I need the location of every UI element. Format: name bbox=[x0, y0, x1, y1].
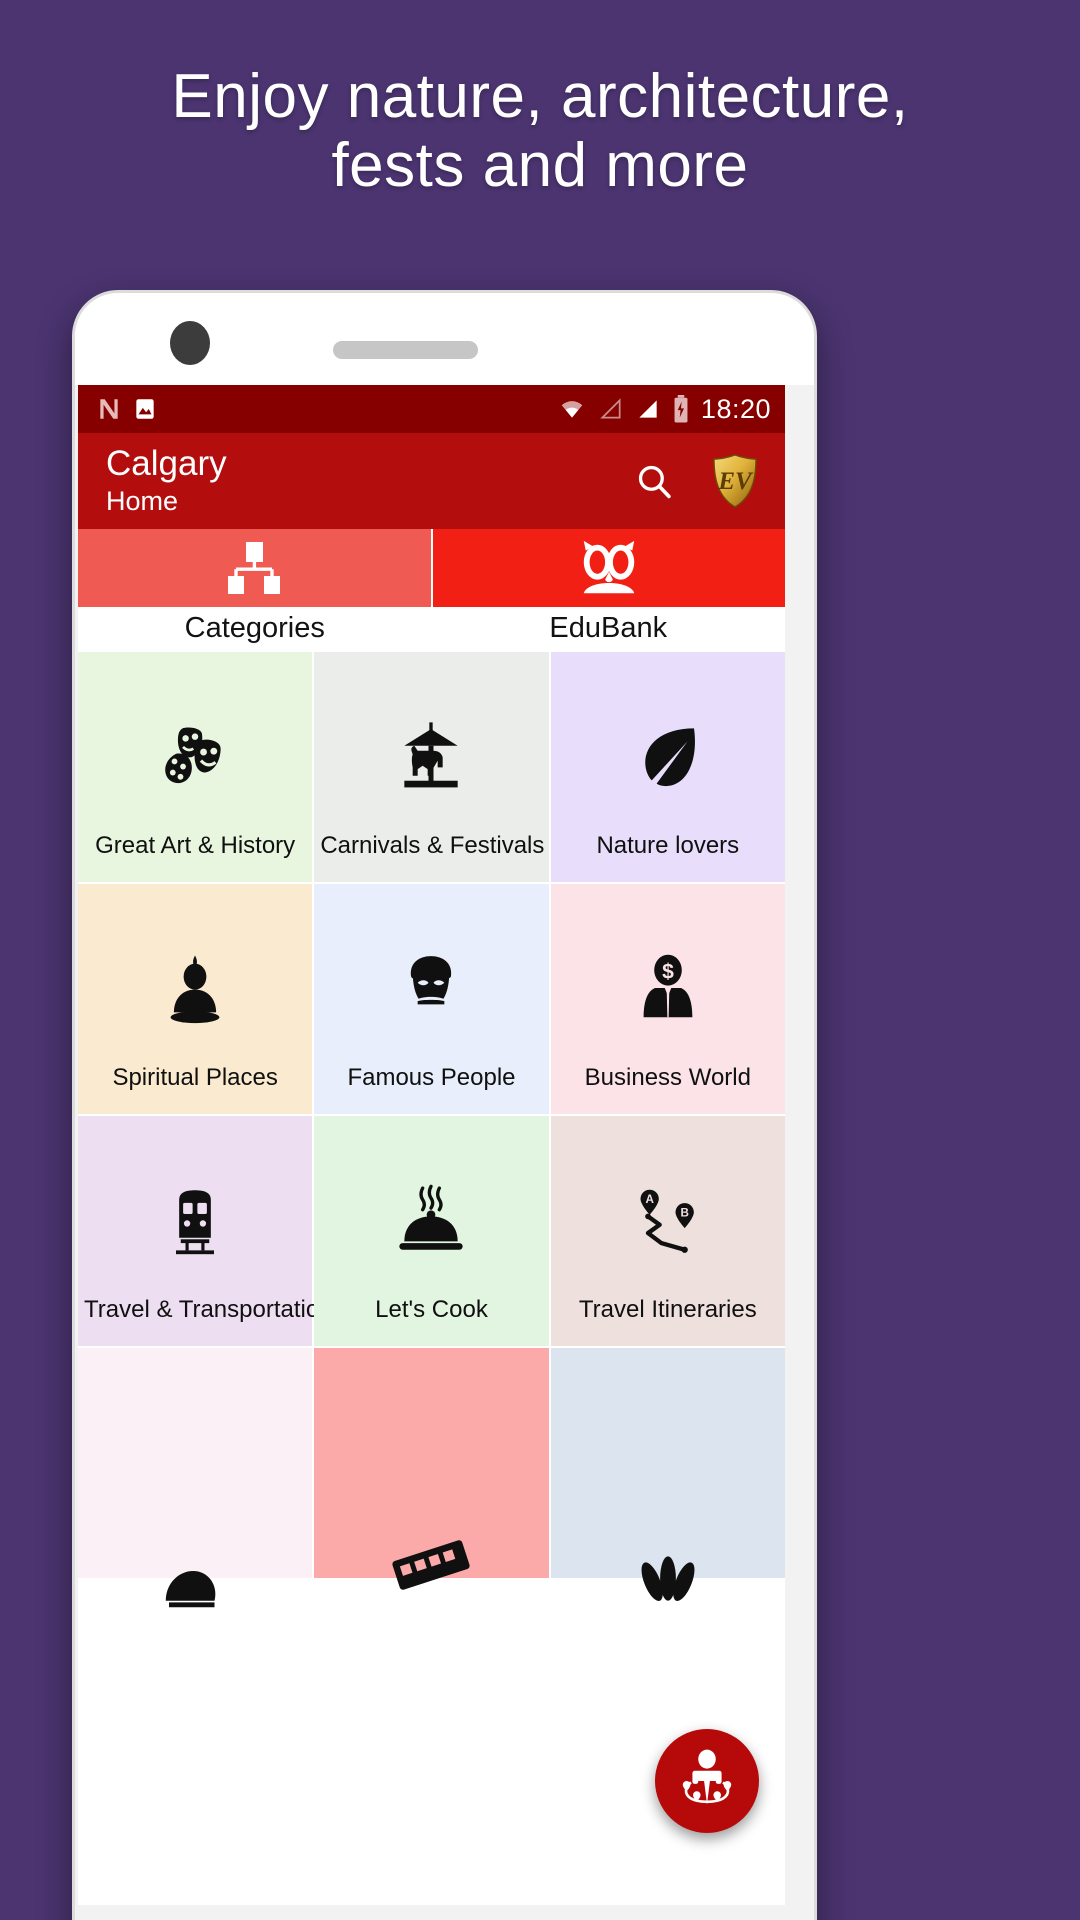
category-cell[interactable]: Great Art & History bbox=[78, 652, 313, 882]
promo-headline-line-2: fests and more bbox=[331, 131, 749, 201]
promo-headline: Enjoy nature, architecture, fests and mo… bbox=[0, 62, 1080, 201]
category-cell[interactable]: Famous People bbox=[314, 884, 549, 1114]
film-strip-icon bbox=[384, 1524, 479, 1606]
hand-fan-icon bbox=[156, 1549, 234, 1627]
phone-mockup: 18:20 Calgary Home EV Categories EduBank… bbox=[72, 290, 817, 1920]
category-cell[interactable]: Let's Cook bbox=[314, 1116, 549, 1346]
category-label: Great Art & History bbox=[95, 832, 296, 859]
category-cell[interactable] bbox=[78, 1348, 313, 1608]
category-label: Nature lovers bbox=[596, 832, 740, 859]
ev-shield-logo[interactable]: EV bbox=[709, 453, 761, 509]
category-label: Travel & Transportation bbox=[84, 1296, 333, 1323]
page-title: Calgary bbox=[106, 443, 227, 483]
phone-bezel-top bbox=[75, 293, 814, 385]
tab-label-edubank[interactable]: EduBank bbox=[432, 607, 786, 652]
app-bar-actions: EV bbox=[633, 453, 761, 509]
category-label: Carnivals & Festivals bbox=[320, 832, 545, 859]
buddha-icon bbox=[156, 951, 234, 1029]
category-cell[interactable]: A B Travel Itineraries bbox=[550, 1116, 785, 1346]
svg-text:A: A bbox=[645, 1193, 654, 1206]
tab-bar bbox=[78, 529, 785, 607]
leaf-icon bbox=[629, 719, 707, 797]
tour-guide-fab[interactable] bbox=[655, 1729, 759, 1833]
ev-logo-text: EV bbox=[717, 468, 754, 495]
status-bar-notifications bbox=[96, 396, 158, 422]
category-cell[interactable] bbox=[314, 1348, 549, 1590]
signal-empty-icon bbox=[600, 398, 621, 419]
app-bar-titles: Calgary Home bbox=[106, 443, 227, 519]
earpiece-speaker bbox=[333, 341, 478, 359]
nova-launcher-icon bbox=[100, 399, 118, 419]
face-portrait-icon bbox=[391, 949, 471, 1029]
category-label: Spiritual Places bbox=[112, 1064, 278, 1091]
gallery-image-icon bbox=[136, 399, 154, 419]
category-label: Travel Itineraries bbox=[578, 1296, 757, 1323]
train-icon bbox=[157, 1184, 233, 1260]
phone-screen: 18:20 Calgary Home EV Categories EduBank… bbox=[78, 385, 785, 1905]
tab-label-categories[interactable]: Categories bbox=[78, 607, 432, 652]
hierarchy-icon bbox=[228, 542, 281, 594]
flower-petals-icon bbox=[630, 1544, 706, 1614]
tab-categories[interactable] bbox=[78, 529, 433, 607]
page-subtitle: Home bbox=[106, 486, 179, 517]
signal-full-icon bbox=[639, 400, 657, 418]
tab-edubank[interactable] bbox=[432, 529, 785, 607]
category-label: Famous People bbox=[347, 1064, 516, 1091]
wifi-icon bbox=[561, 401, 583, 418]
category-cell[interactable]: Spiritual Places bbox=[78, 884, 313, 1114]
front-camera-icon bbox=[170, 321, 210, 365]
search-icon[interactable] bbox=[633, 460, 675, 502]
tour-guide-icon bbox=[682, 1749, 732, 1805]
food-cloche-icon bbox=[391, 1181, 471, 1261]
category-label: Let's Cook bbox=[375, 1296, 488, 1323]
status-bar: 18:20 bbox=[78, 385, 785, 433]
category-cell[interactable]: Travel & Transportation bbox=[78, 1116, 333, 1346]
status-bar-clock: 18:20 bbox=[700, 393, 771, 424]
businessman-dollar-icon: $ bbox=[629, 951, 707, 1029]
category-label: Business World bbox=[584, 1064, 751, 1091]
category-grid: Great Art & History Carnivals & Festival… bbox=[78, 652, 785, 1608]
promo-headline-line-1: Enjoy nature, architecture, bbox=[171, 62, 909, 131]
status-bar-system-icons: 18:20 bbox=[557, 394, 771, 425]
category-cell[interactable]: Carnivals & Festivals bbox=[314, 652, 549, 882]
category-cell[interactable]: Nature lovers bbox=[550, 652, 785, 882]
svg-text:B: B bbox=[680, 1206, 688, 1219]
category-cell[interactable]: $ Business World bbox=[550, 884, 785, 1114]
theatre-masks-palette-icon bbox=[154, 716, 236, 798]
tab-labels: Categories EduBank bbox=[78, 607, 785, 652]
category-cell[interactable] bbox=[550, 1348, 785, 1601]
svg-text:$: $ bbox=[662, 960, 674, 983]
carousel-icon bbox=[391, 717, 471, 797]
battery-charging-icon bbox=[674, 395, 688, 423]
app-bar: Calgary Home EV bbox=[78, 433, 785, 529]
owl-icon bbox=[583, 540, 634, 594]
route-a-to-b-icon: A B bbox=[628, 1181, 708, 1261]
